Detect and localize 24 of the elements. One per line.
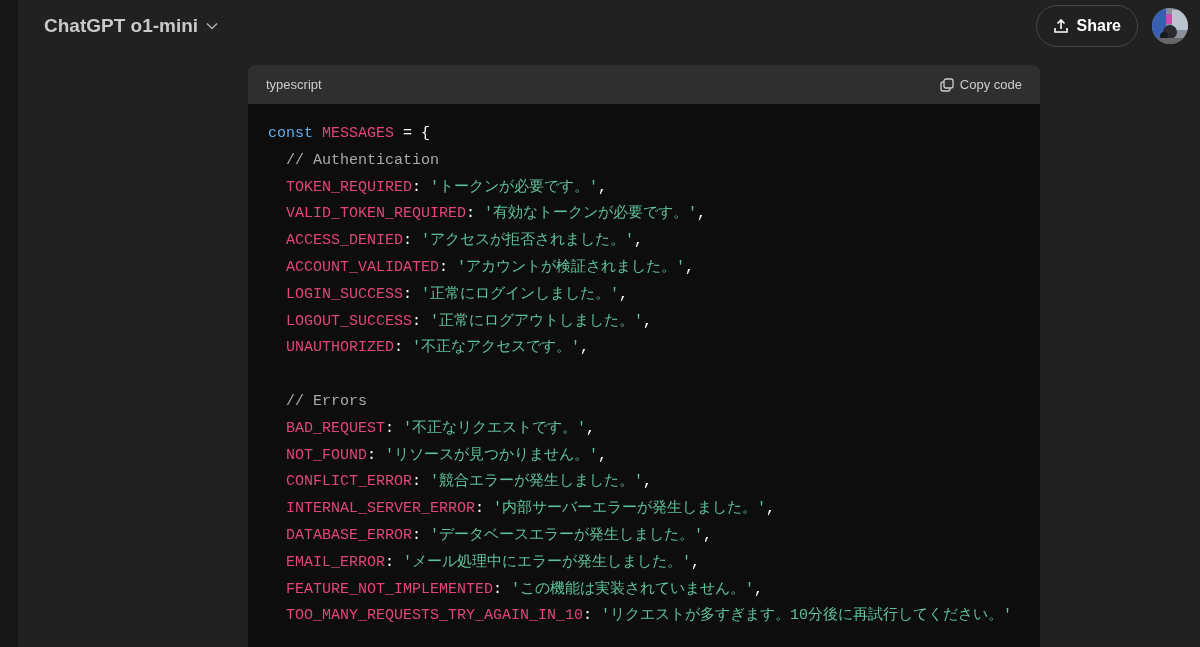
model-selector[interactable]: ChatGPT o1-mini [44,11,219,41]
code-line: INTERNAL_SERVER_ERROR: '内部サーバーエラーが発生しました。', [285,498,776,520]
code-line: DATABASE_ERROR: 'データベースエラーが発生しました。', [285,525,713,546]
copy-icon [939,77,954,92]
code-line: BAD_REQUEST: '不正なリクエストです。', [285,418,596,439]
code-line: // Authentication [285,150,440,171]
code-line: // Errors [285,391,367,412]
code-line: FEATURE_NOT_IMPLEMENTED: 'この機能は実装されていません。', [285,579,764,600]
code-line: VALID_TOKEN_REQUIRED: '有効なトークンが必要です。', [285,203,707,225]
code-line: const MESSAGES = { [268,124,431,144]
code-line: TOKEN_REQUIRED: 'トークンが必要です。', [285,177,608,198]
language-label: typescript [266,75,322,94]
code-line: LOGOUT_SUCCESS: '正常にログアウトしました。', [285,311,653,332]
code-line: LOGIN_SUCCESS: '正常にログインしました。', [285,284,629,305]
chevron-down-icon [206,22,219,30]
code-line: EMAIL_ERROR: 'メール処理中にエラーが発生しました。', [285,552,701,573]
code-line: UNAUTHORIZED: '不正なアクセスです。', [285,338,590,359]
copy-code-button[interactable]: Copy code [939,74,1022,95]
code-line: NOT_FOUND: 'リソースが見つかりません。', [285,445,608,466]
code-line: CONFLICT_ERROR: '競合エラーが発生しました。', [285,471,653,493]
share-icon [1052,18,1069,34]
code-line: ACCESS_DENIED: 'アクセスが拒否されました。', [285,231,644,252]
code-line: ACCOUNT_VALIDATED: 'アカウントが検証されました。', [285,257,695,278]
code-line: TOO_MANY_REQUESTS_TRY_AGAIN_IN_10: 'リクエストが多すぎます。10分後に再試行してください。' [285,605,1013,627]
